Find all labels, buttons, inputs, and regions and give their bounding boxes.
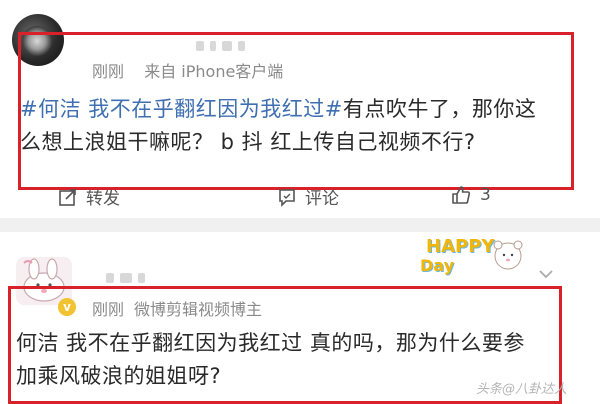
post-time: 刚刚 <box>92 62 125 81</box>
post-body-line1: 何洁 我不在乎翻红因为我红过 真的吗，那为什么要参 <box>16 331 525 355</box>
bear-sticker-icon <box>493 240 523 270</box>
post-source: 微博剪辑视频博主 <box>134 300 263 319</box>
happy-day-sticker: HAPPY Day <box>418 236 528 276</box>
repost-button[interactable]: 转发 <box>58 184 120 209</box>
post-body-text: 有点吹牛了，那你这 <box>342 97 537 121</box>
post-meta: v 刚刚 微博剪辑视频博主 <box>58 296 263 320</box>
repost-label: 转发 <box>86 189 120 209</box>
post-body-line2: 么想上浪姐干嘛呢？ b 抖 红上传自己视频不行? <box>20 130 476 154</box>
like-button[interactable]: 3 <box>450 184 491 206</box>
happy-text: HAPPY <box>426 236 495 257</box>
post-meta: 刚刚 来自 iPhone客户端 <box>92 58 283 82</box>
more-options-button[interactable] <box>538 264 554 283</box>
day-text: Day <box>420 256 455 275</box>
comment-icon <box>279 188 295 207</box>
post-time: 刚刚 <box>92 300 125 319</box>
hashtag-link[interactable]: #何洁 我不在乎翻红因为我红过# <box>20 97 343 121</box>
section-divider <box>0 218 600 232</box>
post-body-line1: #何洁 我不在乎翻红因为我红过#有点吹牛了，那你这 <box>20 93 570 126</box>
thumbs-up-icon <box>452 186 471 204</box>
post-source: 来自 iPhone客户端 <box>144 62 284 81</box>
verified-badge-icon: v <box>58 298 76 316</box>
chevron-down-icon <box>539 270 553 279</box>
repost-icon <box>59 188 76 206</box>
watermark: 头条@八卦达人 <box>476 382 568 397</box>
like-count: 3 <box>480 185 491 205</box>
comment-button[interactable]: 评论 <box>277 184 339 209</box>
comment-label: 评论 <box>305 189 339 209</box>
username-blurred <box>106 268 151 287</box>
post-body: #何洁 我不在乎翻红因为我红过#有点吹牛了，那你这 么想上浪姐干嘛呢？ b 抖 … <box>20 93 570 159</box>
